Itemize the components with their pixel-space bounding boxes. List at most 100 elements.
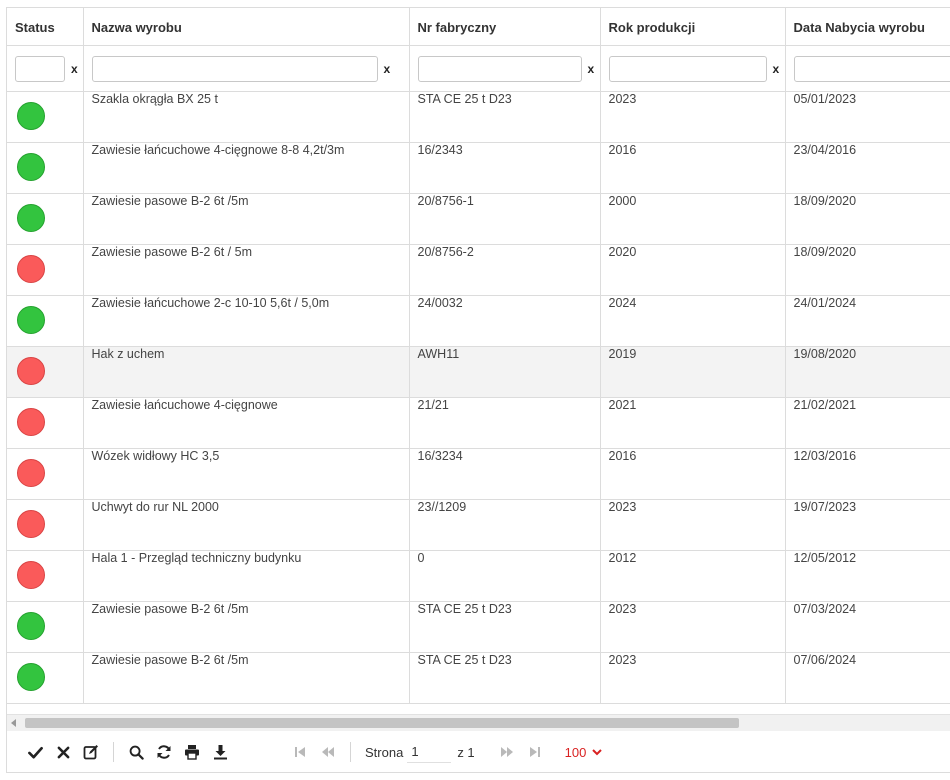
filter-input-year[interactable] (608, 55, 767, 82)
serial-cell: 23//1209 (409, 499, 601, 551)
year-cell: 2023 (600, 652, 786, 704)
name-cell: Hala 1 - Przegląd techniczny budynku (83, 550, 410, 602)
column-header-serial[interactable]: Nr fabryczny (409, 8, 601, 46)
table-row[interactable]: Zawiesie pasowe B-2 6t /5m STA CE 25 t D2… (7, 601, 950, 653)
year-cell: 2000 (600, 193, 786, 245)
serial-cell: 20/8756-2 (409, 244, 601, 296)
serial-cell: 20/8756-1 (409, 193, 601, 245)
table-row[interactable]: Zawiesie łańcuchowe 4-cięgnowe 21/21 2021 2… (7, 397, 950, 449)
status-bad-indicator (17, 357, 45, 385)
status-bad-indicator (17, 408, 45, 436)
status-cell (7, 499, 84, 551)
status-cell (7, 142, 84, 194)
serial-cell: 21/21 (409, 397, 601, 449)
page-size-value: 100 (564, 744, 587, 760)
table-row[interactable]: Uchwyt do rur NL 2000 23//1209 2023 19/07/2… (7, 499, 950, 551)
toolbar-separator (113, 742, 114, 762)
filter-input-status[interactable] (15, 55, 65, 82)
filter-cell-name: x (83, 45, 410, 92)
status-cell (7, 448, 84, 500)
year-cell: 2019 (600, 346, 786, 398)
close-icon[interactable] (49, 738, 77, 766)
status-cell (7, 550, 84, 602)
refresh-icon[interactable] (150, 738, 178, 766)
table-row[interactable]: Zawiesie pasowe B-2 6t /5m 20/8756-1 2000 1… (7, 193, 950, 245)
status-bad-indicator (17, 255, 45, 283)
check-icon[interactable] (21, 738, 49, 766)
name-cell: Zawiesie pasowe B-2 6t / 5m (83, 244, 410, 296)
name-cell: Wózek widłowy HC 3,5 (83, 448, 410, 500)
download-icon[interactable] (206, 738, 234, 766)
filter-input-date[interactable] (793, 55, 950, 82)
status-bad-indicator (17, 459, 45, 487)
serial-cell: AWH11 (409, 346, 601, 398)
next-page-icon[interactable] (493, 738, 521, 766)
date-cell: 05/01/2023 (785, 91, 950, 143)
status-cell (7, 193, 84, 245)
page-label: Strona (365, 744, 404, 760)
filter-cell-status: x (7, 45, 84, 92)
column-header-date[interactable]: Data Nabycia wyrobu (785, 8, 950, 46)
horizontal-scrollbar[interactable] (7, 714, 950, 731)
status-ok-indicator (17, 153, 45, 181)
grid-toolbar: Strona z 1 100 (7, 731, 950, 772)
pager-separator (350, 742, 351, 762)
date-cell: 18/09/2020 (785, 193, 950, 245)
year-cell: 2021 (600, 397, 786, 449)
first-page-icon[interactable] (286, 738, 314, 766)
column-header-name[interactable]: Nazwa wyrobu (83, 8, 410, 46)
table-row[interactable]: Hala 1 - Przegląd techniczny budynku 0 201… (7, 550, 950, 602)
name-cell: Zawiesie łańcuchowe 4-cięgnowe 8-8 4,2t/… (83, 142, 410, 194)
serial-cell: STA CE 25 t D23 (409, 652, 601, 704)
column-header-status[interactable]: Status (7, 8, 84, 46)
table-row[interactable]: Zawiesie pasowe B-2 6t /5m STA CE 25 t D2… (7, 652, 950, 704)
date-cell: 24/01/2024 (785, 295, 950, 347)
last-page-icon[interactable] (521, 738, 549, 766)
filter-row: x x x x (7, 45, 950, 92)
date-cell: 19/07/2023 (785, 499, 950, 551)
filter-clear-serial[interactable]: x (588, 62, 595, 76)
filter-input-name[interactable] (91, 55, 378, 82)
chevron-down-icon (592, 748, 603, 755)
date-cell: 07/03/2024 (785, 601, 950, 653)
page-number-input[interactable] (407, 741, 452, 763)
date-cell: 21/02/2021 (785, 397, 950, 449)
name-cell: Zawiesie pasowe B-2 6t /5m (83, 652, 410, 704)
filter-cell-serial: x (409, 45, 601, 92)
prev-page-icon[interactable] (314, 738, 342, 766)
name-cell: Zawiesie pasowe B-2 6t /5m (83, 193, 410, 245)
page-size-select[interactable]: 100 (565, 745, 603, 760)
edit-icon[interactable] (77, 738, 105, 766)
filter-input-serial[interactable] (417, 55, 582, 82)
year-cell: 2023 (600, 499, 786, 551)
year-cell: 2024 (600, 295, 786, 347)
scrollbar-thumb[interactable] (25, 718, 739, 728)
table-row[interactable]: Zawiesie łańcuchowe 2-c 10-10 5,6t / 5,0… (7, 295, 950, 347)
scroll-left-arrow-icon[interactable] (11, 719, 16, 727)
filter-clear-name[interactable]: x (384, 62, 391, 76)
name-cell: Uchwyt do rur NL 2000 (83, 499, 410, 551)
status-cell (7, 295, 84, 347)
status-cell (7, 397, 84, 449)
print-icon[interactable] (178, 738, 206, 766)
table-row[interactable]: Szakla okrągła BX 25 t STA CE 25 t D23 202… (7, 91, 950, 143)
search-icon[interactable] (122, 738, 150, 766)
status-ok-indicator (17, 663, 45, 691)
table-row[interactable]: Wózek widłowy HC 3,5 16/3234 2016 12/03/201… (7, 448, 950, 500)
filter-clear-status[interactable]: x (71, 62, 78, 76)
status-cell (7, 91, 84, 143)
table-row[interactable]: Zawiesie łańcuchowe 4-cięgnowe 8-8 4,2t/… (7, 142, 950, 194)
year-cell: 2020 (600, 244, 786, 296)
serial-cell: STA CE 25 t D23 (409, 601, 601, 653)
column-header-year[interactable]: Rok produkcji (600, 8, 786, 46)
status-ok-indicator (17, 306, 45, 334)
year-cell: 2016 (600, 142, 786, 194)
serial-cell: 0 (409, 550, 601, 602)
grid-body: Szakla okrągła BX 25 t STA CE 25 t D23 202… (7, 91, 950, 704)
date-cell: 07/06/2024 (785, 652, 950, 704)
filter-cell-year: x (600, 45, 786, 92)
status-ok-indicator (17, 204, 45, 232)
filter-clear-year[interactable]: x (773, 62, 780, 76)
table-row[interactable]: Zawiesie pasowe B-2 6t / 5m 20/8756-2 2020… (7, 244, 950, 296)
table-row[interactable]: Hak z uchem AWH11 2019 19/08/2020 (7, 346, 950, 398)
